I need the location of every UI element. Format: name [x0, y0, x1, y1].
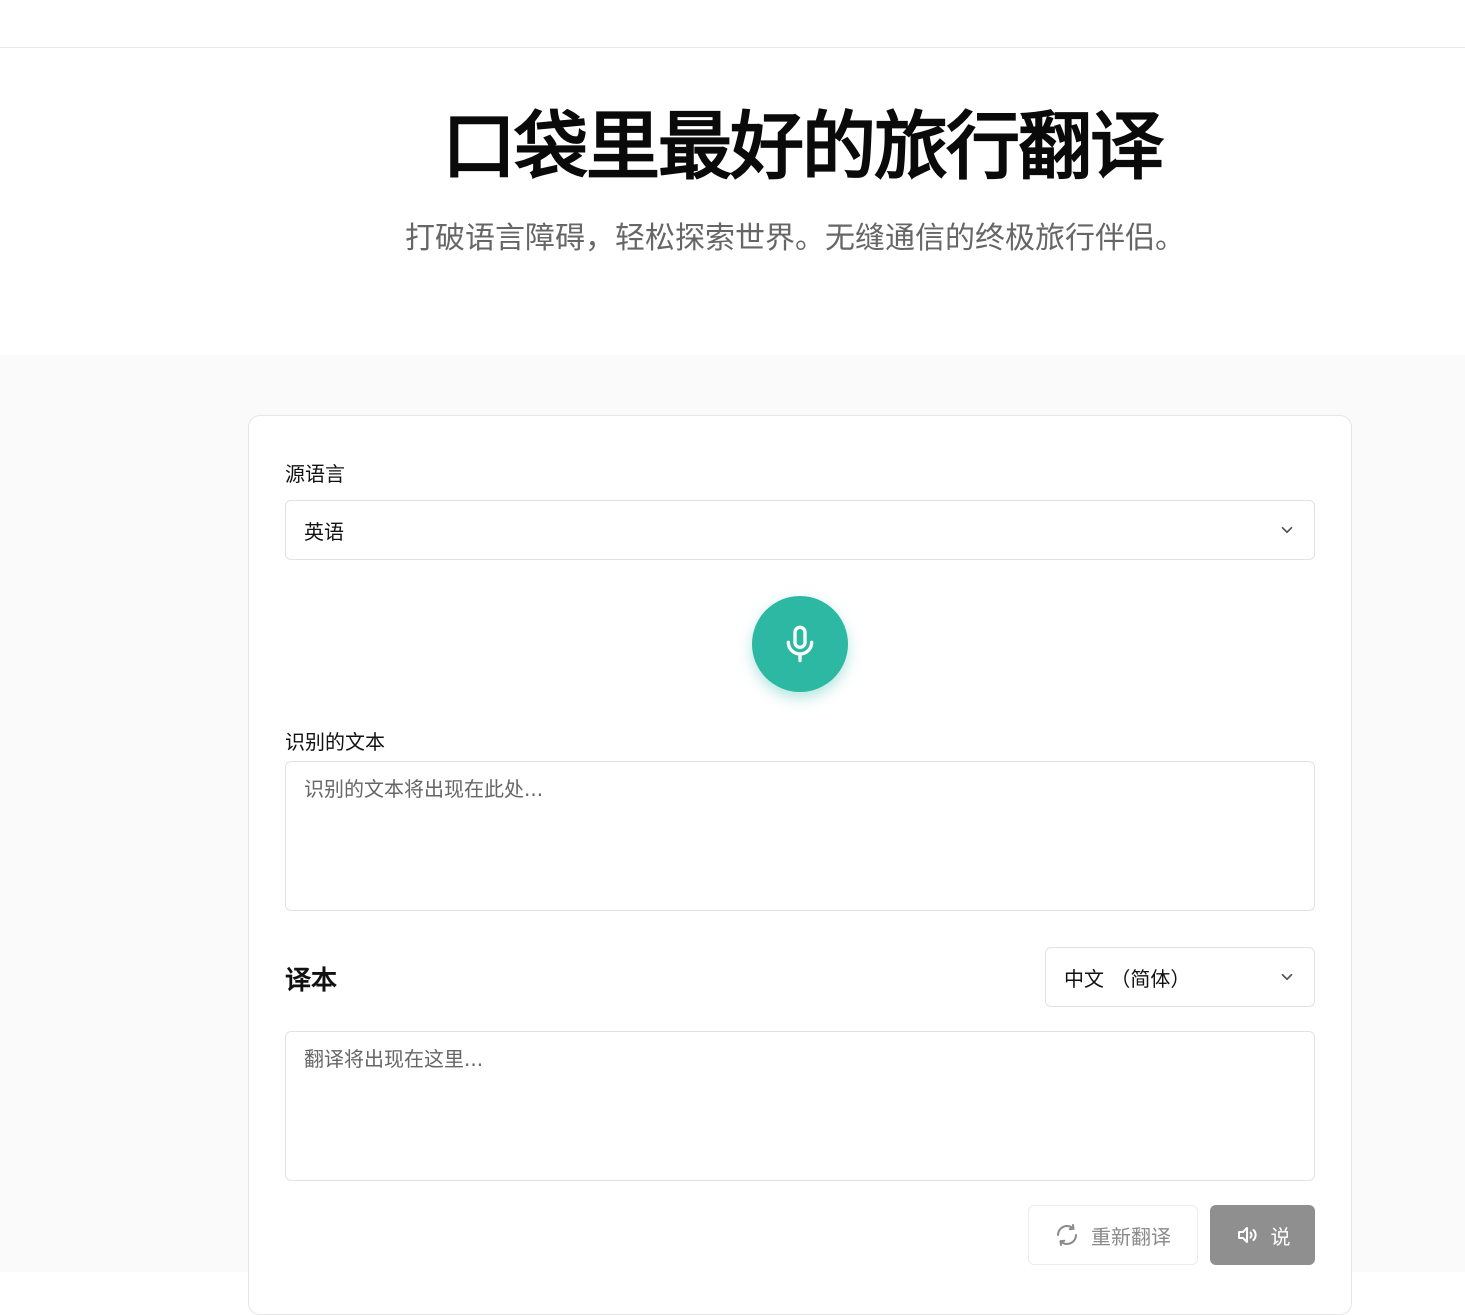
translation-title: 译本	[285, 966, 338, 996]
page-subtitle: 打破语言障碍，轻松探索世界。无缝通信的终极旅行伴侣。	[405, 221, 1185, 256]
microphone-icon	[786, 625, 814, 663]
translation-text-area[interactable]: 翻译将出现在这里...	[285, 1031, 1315, 1181]
target-language-select[interactable]: 中文 （简体）	[1045, 947, 1315, 1007]
main-section: 源语言 英语 识别的文本 识别的文本将出现在此处... 译本 中文 （简体） 翻…	[0, 355, 1465, 1315]
page-title: 口袋里最好的旅行翻译	[442, 104, 1164, 190]
chevron-down-icon	[1281, 526, 1293, 534]
target-language-value: 中文 （简体）	[1064, 966, 1191, 991]
speaker-icon	[1237, 1227, 1257, 1243]
retranslate-label: 重新翻译	[1091, 1224, 1171, 1249]
chevron-down-icon	[1281, 973, 1293, 981]
top-bar	[0, 0, 1465, 48]
recognized-text-label: 识别的文本	[285, 730, 385, 754]
retranslate-button[interactable]: 重新翻译	[1028, 1205, 1198, 1265]
microphone-button[interactable]	[752, 596, 848, 692]
speak-label: 说	[1270, 1224, 1291, 1249]
recognized-text-area[interactable]: 识别的文本将出现在此处...	[285, 761, 1315, 911]
source-language-select[interactable]: 英语	[285, 500, 1315, 560]
source-language-value: 英语	[304, 519, 344, 544]
hero-section: 口袋里最好的旅行翻译 打破语言障碍，轻松探索世界。无缝通信的终极旅行伴侣。	[0, 49, 1465, 355]
translator-card: 源语言 英语 识别的文本 识别的文本将出现在此处... 译本 中文 （简体） 翻…	[248, 415, 1352, 1315]
speak-button[interactable]: 说	[1210, 1205, 1315, 1265]
translation-placeholder: 翻译将出现在这里...	[304, 1047, 484, 1071]
recognized-text-placeholder: 识别的文本将出现在此处...	[304, 777, 544, 801]
source-language-label: 源语言	[285, 462, 345, 486]
refresh-icon	[1057, 1224, 1077, 1246]
